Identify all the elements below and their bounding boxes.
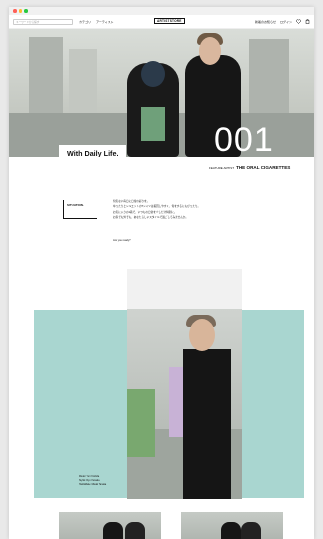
- credit-line: Hair&Make: Misaki Tanaka: [79, 484, 107, 486]
- close-dot[interactable]: [13, 9, 17, 13]
- site-logo[interactable]: ARTISTSTORE: [154, 18, 185, 24]
- cart-icon[interactable]: [305, 19, 310, 24]
- maximize-dot[interactable]: [24, 9, 28, 13]
- photo-credits: Model: Yuri Yoshida Stylist: Ryo Yamada …: [79, 475, 106, 487]
- thumbnail-photo[interactable]: [59, 512, 161, 539]
- news-link[interactable]: 新着のお知らせ: [255, 20, 276, 24]
- search-input[interactable]: キーワードから探す: [13, 18, 73, 25]
- browser-chrome: [9, 7, 314, 15]
- search-placeholder: キーワードから探す: [16, 20, 40, 24]
- main-nav: カテゴリ アーティスト: [79, 20, 114, 24]
- minimize-dot[interactable]: [18, 9, 22, 13]
- feature-artist: FEATURE ARTIST THE ORAL CIGARETTES: [209, 165, 290, 170]
- copy-line: お家でも外でも、あなたらしいスタイルで過ごしてみませんか。: [113, 216, 188, 220]
- thumbnail-photo[interactable]: [181, 512, 283, 539]
- header-actions: 新着のお知らせ ログイン: [255, 19, 310, 24]
- model-body: [183, 349, 231, 499]
- heart-icon[interactable]: [296, 19, 301, 24]
- tshirt-print: [127, 389, 155, 457]
- hero-tagline: With Daily Life.: [59, 145, 127, 157]
- feature-label: FEATURE ARTIST: [209, 165, 235, 170]
- artist-name[interactable]: THE ORAL CIGARETTES: [236, 165, 290, 170]
- browser-window: キーワードから探す カテゴリ アーティスト ARTISTSTORE 新着のお知ら…: [9, 7, 314, 539]
- issue-number: 001: [214, 121, 274, 157]
- model-face: [189, 319, 215, 351]
- ready-text: Are you ready?: [113, 239, 131, 242]
- nav-item-artist[interactable]: アーティスト: [96, 20, 114, 24]
- login-link[interactable]: ログイン: [280, 20, 292, 24]
- site-header: キーワードから探す カテゴリ アーティスト ARTISTSTORE 新着のお知ら…: [9, 15, 314, 29]
- nav-item-category[interactable]: カテゴリ: [79, 20, 91, 24]
- situation-label: SITUATION.: [63, 200, 97, 219]
- situation-copy: 何気ない毎日に日常の彩りを。 ゆったりとシルエットのTシャツは着回しやすく、何を…: [113, 199, 200, 221]
- hero-image: With Daily Life. 001: [9, 29, 314, 157]
